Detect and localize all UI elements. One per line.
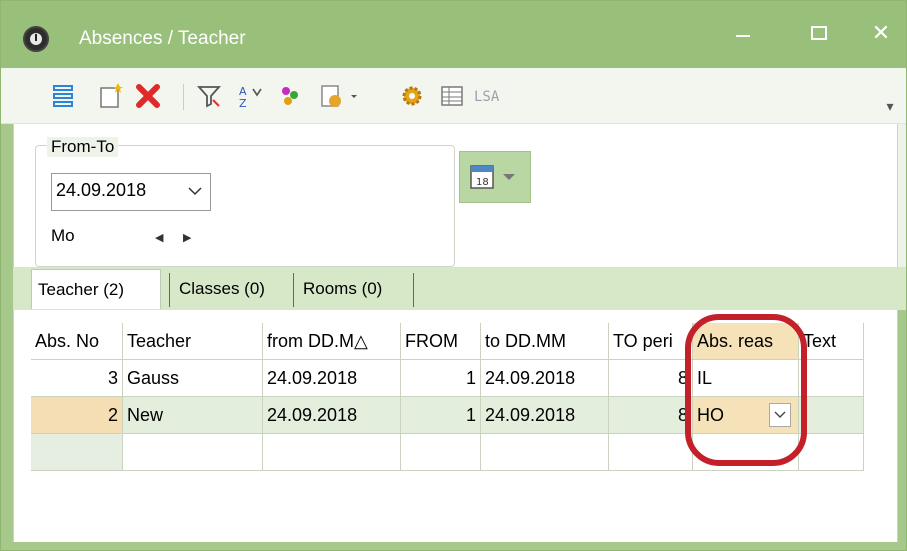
toolbar: AZ LSA ▾ [1,68,906,124]
toolbar-overflow-icon[interactable]: ▾ [881,90,899,122]
annotation-ring [685,314,807,466]
new-row-cell[interactable] [123,434,263,471]
cell-abs-no[interactable]: 2 [31,397,123,434]
maximize-button[interactable] [795,15,843,51]
new-row-cell[interactable] [799,434,864,471]
cell-from-date[interactable]: 24.09.2018 [263,397,401,434]
cell-from-period[interactable]: 1 [401,360,481,397]
sort-icon[interactable]: AZ [235,80,265,112]
teachers-icon[interactable] [275,80,305,112]
minimize-button[interactable] [719,15,767,51]
date-picker[interactable]: 24.09.2018 [51,173,211,211]
cell-teacher[interactable]: Gauss [123,360,263,397]
calendar-icon: 18 [470,165,515,189]
date-value: 24.09.2018 [56,180,147,200]
settings-icon[interactable] [397,80,427,112]
cell-to-period[interactable]: 8 [609,397,693,434]
maximize-icon [811,26,827,40]
col-header-to-date[interactable]: to DD.MM [481,323,609,360]
cell-text[interactable] [799,397,864,434]
cell-to-period[interactable]: 8 [609,360,693,397]
minimize-icon [736,35,750,37]
tab-separator [169,273,170,307]
code-icon[interactable]: LSA [471,80,511,112]
col-header-teacher[interactable]: Teacher [123,323,263,360]
cell-from-date[interactable]: 24.09.2018 [263,360,401,397]
new-row-cell[interactable] [31,434,123,471]
toolbar-separator [183,84,184,110]
filter-icon[interactable] [195,80,223,112]
weekday-label: Mo [51,226,75,245]
tab-separator [413,273,414,307]
table-icon[interactable] [437,80,467,112]
clock-app-icon [23,26,49,52]
col-header-from-period[interactable]: FROM [401,323,481,360]
next-day-button[interactable]: ▶ [183,231,191,244]
svg-text:18: 18 [476,177,489,188]
svg-text:LSA: LSA [474,89,500,105]
title-bar[interactable]: Absences / Teacher ✕ [1,1,906,68]
cell-to-date[interactable]: 24.09.2018 [481,360,609,397]
previous-day-button[interactable]: ◀ [155,231,163,244]
from-to-legend: From-To [47,137,119,157]
absences-window: Absences / Teacher ✕ AZ LSA ▾ From-To 24… [0,0,907,551]
tab-teacher[interactable]: Teacher (2) [31,269,161,309]
cell-abs-no[interactable]: 3 [31,360,123,397]
cell-text[interactable] [799,360,864,397]
col-header-text[interactable]: Text [799,323,864,360]
col-header-from-date[interactable]: from DD.M△ [263,323,401,360]
tab-separator [293,273,294,307]
svg-text:Z: Z [239,97,247,109]
print-menu-icon[interactable] [319,80,359,112]
new-row-cell[interactable] [263,434,401,471]
new-row-cell[interactable] [481,434,609,471]
list-icon[interactable] [51,80,75,112]
cell-from-period[interactable]: 1 [401,397,481,434]
new-row-cell[interactable] [609,434,693,471]
cell-to-date[interactable]: 24.09.2018 [481,397,609,434]
window-title: Absences / Teacher [79,28,246,49]
col-header-to-period[interactable]: TO peri [609,323,693,360]
new-document-icon[interactable] [97,80,125,112]
close-button[interactable]: ✕ [857,15,905,51]
tab-classes[interactable]: Classes (0) [173,269,289,309]
tab-rooms[interactable]: Rooms (0) [297,269,409,309]
cell-teacher[interactable]: New [123,397,263,434]
delete-icon[interactable] [133,80,163,112]
col-header-abs-no[interactable]: Abs. No [31,323,123,360]
new-row-cell[interactable] [401,434,481,471]
chevron-down-icon[interactable] [188,183,202,201]
calendar-dropdown-button[interactable]: 18 [459,151,531,203]
